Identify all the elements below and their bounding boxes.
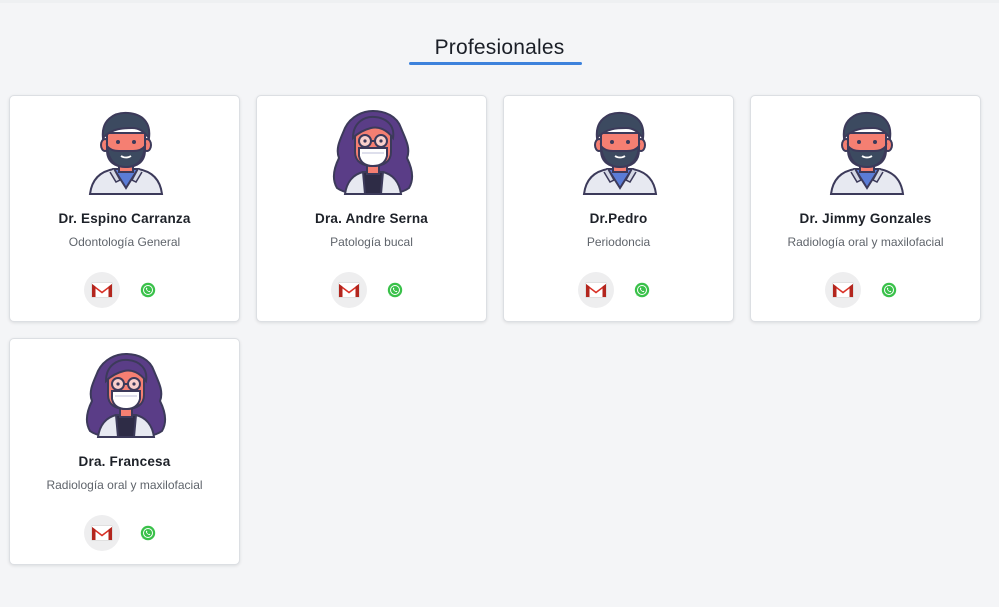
gmail-icon: [585, 282, 607, 298]
female-doctor-icon: [82, 351, 170, 439]
whatsapp-icon: [140, 525, 156, 541]
contact-buttons: [84, 272, 174, 308]
whatsapp-button[interactable]: [634, 282, 650, 298]
female-doctor-icon: [329, 108, 417, 196]
professional-specialty: Patología bucal: [330, 235, 413, 249]
gmail-button[interactable]: [825, 272, 861, 308]
title-underline: [409, 62, 582, 65]
professional-card: Dr. Jimmy Gonzales Radiología oral y max…: [750, 95, 981, 322]
gmail-button[interactable]: [331, 272, 367, 308]
gmail-button[interactable]: [84, 515, 120, 551]
male-doctor-icon: [82, 108, 170, 196]
professional-name: Dr.Pedro: [589, 211, 648, 226]
professional-specialty: Odontología General: [68, 235, 181, 249]
professional-specialty: Periodoncia: [586, 235, 651, 249]
whatsapp-icon: [140, 282, 156, 298]
contact-buttons: [578, 272, 668, 308]
whatsapp-button[interactable]: [881, 282, 897, 298]
gmail-icon: [832, 282, 854, 298]
gmail-icon: [91, 525, 113, 541]
whatsapp-icon: [881, 282, 897, 298]
professional-name: Dra. Andre Serna: [315, 211, 428, 226]
contact-buttons: [331, 272, 421, 308]
whatsapp-icon: [634, 282, 650, 298]
whatsapp-icon: [387, 282, 403, 298]
male-doctor-icon: [823, 108, 911, 196]
whatsapp-button[interactable]: [140, 282, 156, 298]
contact-buttons: [84, 515, 174, 551]
professional-specialty: Radiología oral y maxilofacial: [787, 235, 944, 249]
professional-specialty: Radiología oral y maxilofacial: [46, 478, 203, 492]
professional-card: Dra. Francesa Radiología oral y maxilofa…: [9, 338, 240, 565]
section-header: Profesionales: [0, 36, 999, 60]
professional-name: Dr. Jimmy Gonzales: [799, 211, 932, 226]
professional-card: Dr. Espino Carranza Odontología General: [9, 95, 240, 322]
top-border: [0, 0, 999, 3]
gmail-icon: [91, 282, 113, 298]
professional-card: Dra. Andre Serna Patología bucal: [256, 95, 487, 322]
page-title: Profesionales: [434, 36, 565, 59]
professional-name: Dr. Espino Carranza: [58, 211, 191, 226]
professional-card: Dr.Pedro Periodoncia: [503, 95, 734, 322]
male-doctor-icon: [576, 108, 664, 196]
whatsapp-button[interactable]: [387, 282, 403, 298]
gmail-icon: [338, 282, 360, 298]
gmail-button[interactable]: [578, 272, 614, 308]
professional-name: Dra. Francesa: [78, 454, 171, 469]
gmail-button[interactable]: [84, 272, 120, 308]
whatsapp-button[interactable]: [140, 525, 156, 541]
contact-buttons: [825, 272, 915, 308]
